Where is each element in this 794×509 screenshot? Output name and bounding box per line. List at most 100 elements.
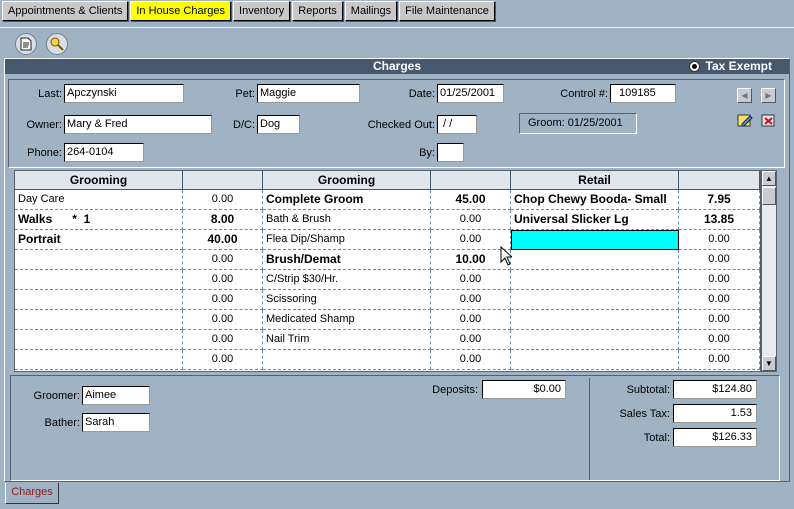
grid-cell[interactable] [15, 350, 183, 370]
grid-cell[interactable]: 0.00 [431, 230, 511, 250]
phone-field[interactable]: 264-0104 [64, 143, 144, 162]
grid-cell[interactable]: 0.00 [679, 310, 760, 330]
last-label: Last: [38, 88, 62, 100]
grid-cell[interactable]: Chop Chewy Booda- Small [511, 190, 679, 210]
grid-cell[interactable]: 0.00 [183, 250, 263, 270]
grid-cell[interactable] [15, 250, 183, 270]
grid-cell[interactable]: 40.00 [183, 230, 263, 250]
grid-cell[interactable]: Scissoring [263, 290, 431, 310]
grid-cell[interactable]: 0.00 [183, 330, 263, 350]
grid-cell[interactable] [15, 270, 183, 290]
grid-cell[interactable]: 7.95 [679, 190, 760, 210]
grid-cell[interactable] [15, 330, 183, 350]
document-icon[interactable] [15, 33, 37, 55]
grid-cell[interactable] [263, 350, 431, 370]
grid-cell[interactable]: 0.00 [679, 330, 760, 350]
grid-cell[interactable]: 0.00 [431, 290, 511, 310]
grid-cell[interactable]: 0.00 [679, 230, 760, 250]
grid-cell[interactable] [15, 310, 183, 330]
tax-exempt-option[interactable]: Tax Exempt [688, 59, 772, 74]
groomer-label: Groomer: [33, 390, 80, 402]
grid-cell[interactable]: C/Strip $30/Hr. [263, 270, 431, 290]
sales-tax-label: Sales Tax: [619, 408, 670, 420]
grid-cell[interactable]: 0.00 [431, 270, 511, 290]
charges-bottom-tab[interactable]: Charges [5, 483, 59, 504]
tab-inventory[interactable]: Inventory [233, 1, 291, 21]
last-name-field[interactable]: Apczynski [64, 84, 184, 103]
tab-appointments-clients[interactable]: Appointments & Clients [2, 1, 129, 21]
scroll-thumb[interactable] [762, 187, 776, 205]
grid-cell[interactable] [511, 310, 679, 330]
scroll-down-button[interactable]: ▼ [762, 356, 776, 371]
bather-label: Bather: [44, 417, 80, 429]
grid-cell[interactable]: 45.00 [431, 190, 511, 210]
grid-cell[interactable]: 0.00 [431, 310, 511, 330]
next-record-button[interactable]: ▶ [761, 88, 776, 103]
grid-cell[interactable] [511, 250, 679, 270]
scroll-up-button[interactable]: ▲ [762, 171, 776, 186]
grid-cell[interactable]: 0.00 [679, 290, 760, 310]
grid-cell[interactable]: 8.00 [183, 210, 263, 230]
grid-cell[interactable]: 0.00 [183, 190, 263, 210]
grid-cell[interactable]: 0.00 [183, 290, 263, 310]
groomer-field[interactable]: Aimee [82, 386, 150, 405]
groom-date-display: Groom: 01/25/2001 [519, 113, 637, 134]
date-label: Date: [408, 88, 435, 100]
grid-scrollbar[interactable]: ▲ ▼ [761, 170, 777, 372]
tab-reports[interactable]: Reports [292, 1, 343, 21]
grid-cell[interactable]: 0.00 [431, 330, 511, 350]
grid-header [183, 171, 263, 190]
charges-grid: Grooming Day Care Walks * 1 Portrait 0.0… [14, 170, 761, 372]
date-field[interactable]: 01/25/2001 [437, 84, 504, 103]
grid-cell[interactable] [15, 290, 183, 310]
grid-cell[interactable]: Flea Dip/Shamp [263, 230, 431, 250]
bather-field[interactable]: Sarah [82, 413, 150, 432]
mouse-cursor-icon [500, 246, 512, 266]
grid-col-retail: Retail Chop Chewy Booda- Small Universal… [511, 171, 679, 371]
dc-field[interactable]: Dog [257, 115, 300, 134]
grid-header [431, 171, 511, 190]
grid-cell[interactable]: 13.85 [679, 210, 760, 230]
grid-cell[interactable]: 0.00 [431, 210, 511, 230]
deposits-field[interactable]: $0.00 [482, 380, 566, 399]
grid-cell[interactable]: Nail Trim [263, 330, 431, 350]
grid-cell[interactable] [511, 270, 679, 290]
grid-cell[interactable]: 0.00 [679, 250, 760, 270]
grid-cell[interactable]: Medicated Shamp [263, 310, 431, 330]
grid-cell[interactable]: Brush/Demat [263, 250, 431, 270]
tax-exempt-radio[interactable] [688, 61, 700, 72]
grid-cell[interactable]: Complete Groom [263, 190, 431, 210]
grid-cell[interactable]: Bath & Brush [263, 210, 431, 230]
cancel-note-icon[interactable] [761, 113, 777, 128]
grid-cell[interactable]: Walks * 1 [15, 210, 183, 230]
edit-note-icon[interactable] [737, 113, 753, 128]
grid-cell-selected[interactable] [511, 230, 679, 250]
grid-cell[interactable]: Portrait [15, 230, 183, 250]
grid-cell[interactable]: 0.00 [183, 350, 263, 370]
total-label: Total: [643, 432, 670, 444]
dc-label: D/C: [233, 119, 255, 131]
by-label: By: [419, 147, 435, 159]
total-field: $126.33 [673, 428, 757, 447]
grid-cell[interactable]: Day Care [15, 190, 183, 210]
pet-field[interactable]: Maggie [257, 84, 360, 103]
tab-file-maintenance[interactable]: File Maintenance [399, 1, 495, 21]
grid-cell[interactable]: Universal Slicker Lg [511, 210, 679, 230]
grid-cell[interactable]: 0.00 [183, 310, 263, 330]
control-number-field[interactable]: 109185 [610, 84, 676, 103]
by-field[interactable] [437, 143, 464, 162]
tab-in-house-charges[interactable]: In House Charges [130, 1, 232, 21]
grid-cell[interactable] [511, 350, 679, 370]
prev-record-button[interactable]: ◀ [737, 88, 752, 103]
checked-out-field[interactable]: / / [437, 115, 477, 134]
owner-field[interactable]: Mary & Fred [64, 115, 212, 134]
grid-cell[interactable]: 0.00 [679, 350, 760, 370]
tab-mailings[interactable]: Mailings [344, 1, 398, 21]
key-search-icon[interactable] [46, 33, 68, 55]
grid-cell[interactable]: 0.00 [679, 270, 760, 290]
grid-cell[interactable]: 0.00 [431, 350, 511, 370]
grid-cell[interactable]: 0.00 [183, 270, 263, 290]
grid-cell[interactable] [511, 290, 679, 310]
grid-cell[interactable] [511, 330, 679, 350]
grid-cell[interactable]: 10.00 [431, 250, 511, 270]
